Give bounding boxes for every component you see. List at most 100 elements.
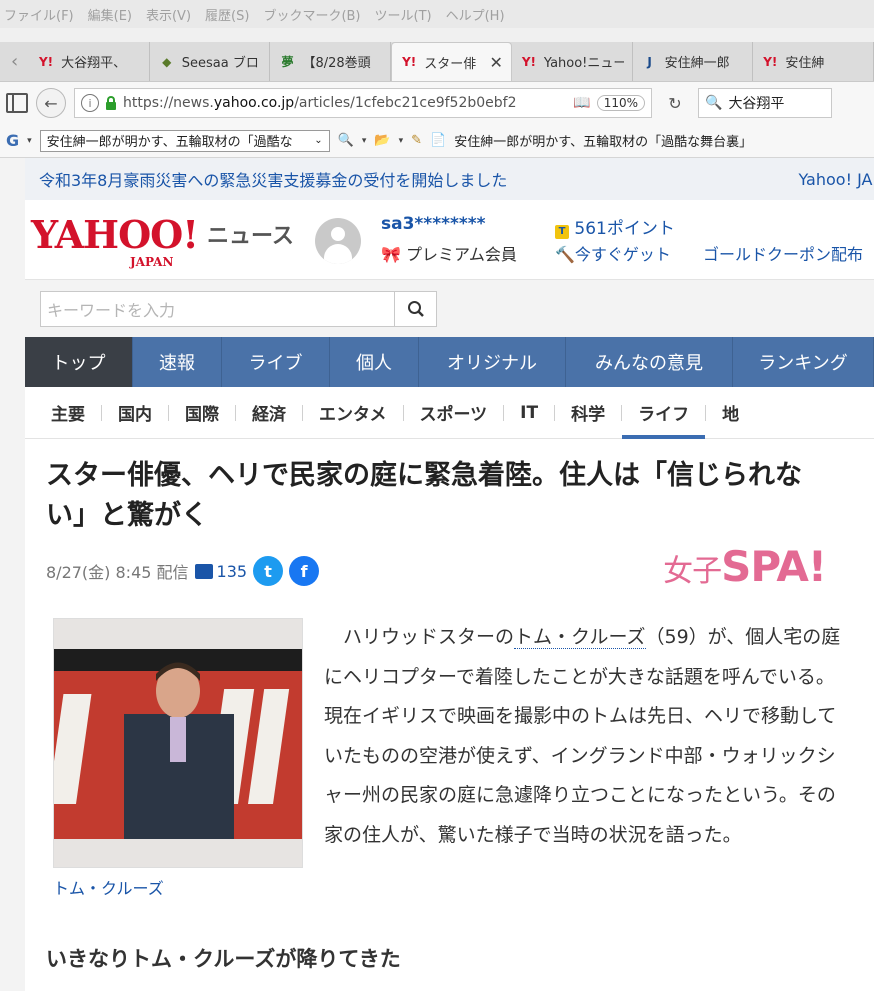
twitter-icon[interactable]: t <box>253 556 284 586</box>
article-subhead: いきなりトム・クルーズが降りてきた <box>46 947 401 971</box>
browser-tab[interactable]: Y! 大谷翔平、 <box>29 42 150 81</box>
person-link[interactable]: トム・クルーズ <box>514 626 646 649</box>
premium-member[interactable]: 🎀 プレミアム会員 <box>381 241 517 265</box>
comments-link[interactable]: 135 <box>194 562 247 581</box>
page-icon: 📄 <box>430 133 447 148</box>
tab-label: 安住紳 <box>785 56 825 71</box>
article-date: 8/27(金) 8:45 配信 <box>46 563 189 582</box>
points-link[interactable]: T 561ポイント <box>555 214 675 239</box>
menu-item[interactable]: ヘルプ(H) <box>446 5 505 24</box>
browser-tab[interactable]: 夢【8/28巻頭 <box>270 42 392 81</box>
lock-icon <box>105 96 117 110</box>
article-meta: 8/27(金) 8:45 配信 135 t f <box>46 556 320 586</box>
browser-tab[interactable]: Y! Yahoo!ニュー <box>512 42 633 81</box>
page-content: 令和3年8月豪雨災害への緊急災害支援募金の受付を開始しました Yahoo! JA… <box>25 158 874 991</box>
get-now-link[interactable]: 🔨今すぐゲット <box>555 241 671 265</box>
tab-scroll-left-icon[interactable]: ‹ <box>0 42 29 81</box>
menu-item[interactable]: 編集(E) <box>88 5 132 24</box>
news-label[interactable]: ニュース <box>207 218 294 250</box>
tab-favicon-icon: Y! <box>763 54 778 69</box>
search-bar[interactable]: 🔍 大谷翔平 <box>698 88 832 118</box>
article-body: ハリウッドスターのトム・クルーズ（59）が、個人宅の庭にヘリコプターで着陸したこ… <box>324 626 841 846</box>
gnav-item[interactable]: ランキング <box>733 337 874 387</box>
site-header: YAHOO! JAPAN ニュース sa3******** 🎀 プレミアム会員 … <box>25 200 874 280</box>
category-nav: 主要 国内 国際 経済 エンタメ スポーツ IT 科学 ライフ地 <box>25 387 874 439</box>
tab-label: 安住紳一郎 <box>664 56 730 71</box>
browser-tab[interactable]: Y! スター俳 ✕ <box>391 42 512 81</box>
yahoo-logo-sub: JAPAN <box>130 255 174 269</box>
bookmark-item[interactable]: 安住紳一郎が明かす、五輪取材の「過酷な舞台裏」 <box>454 131 752 150</box>
tab-strip: ‹ Y! 大谷翔平、 ◆ Seesaa ブロ夢【8/28巻頭 Y! スター俳 ✕ Y! Yaho… <box>0 42 874 82</box>
category-tab[interactable]: 国内 <box>102 387 168 439</box>
menu-item[interactable]: ブックマーク(B) <box>263 5 360 24</box>
josei-spa-logo[interactable]: 女子SPA! <box>663 542 827 591</box>
notice-banner[interactable]: 令和3年8月豪雨災害への緊急災害支援募金の受付を開始しました Yahoo! JA… <box>25 158 874 200</box>
gnav-item[interactable]: みんなの意見 <box>566 337 733 387</box>
notice-text[interactable]: 令和3年8月豪雨災害への緊急災害支援募金の受付を開始しました <box>39 167 507 191</box>
category-tab[interactable]: 地 <box>706 387 755 439</box>
highlighter-icon[interactable]: ✎ <box>411 133 422 148</box>
gnav-item[interactable]: 速報 <box>133 337 222 387</box>
gold-coupon-link[interactable]: ゴールドクーポン配布 <box>703 241 863 265</box>
search-button[interactable] <box>395 291 437 327</box>
search-icon <box>407 301 424 317</box>
yahoo-logo[interactable]: YAHOO! <box>31 212 199 257</box>
tab-favicon-icon: Y! <box>38 54 54 69</box>
info-icon[interactable]: i <box>81 94 99 112</box>
bookmark-select[interactable]: 安住紳一郎が明かす、五輪取材の「過酷な ⌄ <box>39 129 330 152</box>
avatar[interactable] <box>315 218 361 264</box>
category-tab[interactable]: スポーツ <box>404 387 504 439</box>
gnav-item[interactable]: 個人 <box>330 337 419 387</box>
category-tab[interactable]: ライフ <box>622 387 706 439</box>
navigation-bar: ← i https://news.yahoo.co.jp/articles/1c… <box>0 82 874 124</box>
menu-item[interactable]: 表示(V) <box>146 5 191 24</box>
category-tab[interactable]: IT <box>504 387 554 439</box>
category-tab[interactable]: 主要 <box>35 387 101 439</box>
photo-caption[interactable]: トム・クルーズ <box>53 875 164 899</box>
reload-icon[interactable]: ↻ <box>660 88 690 118</box>
dropdown-icon[interactable]: ▾ <box>399 136 404 146</box>
google-icon[interactable]: G <box>6 131 19 150</box>
hammer-icon: 🔨 <box>555 245 575 264</box>
folder-icon[interactable]: 📂 <box>374 133 390 148</box>
close-tab-icon[interactable]: ✕ <box>490 53 503 72</box>
article: スター俳優、ヘリで民家の庭に緊急着陸。住人は「信じられない」と驚がく 8/27(… <box>25 440 874 991</box>
url-bar[interactable]: i https://news.yahoo.co.jp/articles/1cfe… <box>74 88 652 118</box>
article-headline: スター俳優、ヘリで民家の庭に緊急着陸。住人は「信じられない」と驚がく <box>46 460 802 531</box>
category-tab[interactable]: 経済 <box>236 387 302 439</box>
yahoo-japan-link[interactable]: Yahoo! JAPAN <box>798 170 874 189</box>
category-tab[interactable]: 科学 <box>555 387 621 439</box>
dropdown-icon[interactable]: ▾ <box>362 136 367 146</box>
gnav-item[interactable]: オリジナル <box>419 337 566 387</box>
category-tab[interactable]: 国際 <box>169 387 235 439</box>
ribbon-icon: 🎀 <box>381 245 401 264</box>
sidebar-toggle-icon[interactable] <box>6 93 28 113</box>
search-icon: 🔍 <box>705 95 723 111</box>
gnav-item[interactable]: ライブ <box>222 337 330 387</box>
bookmarks-toolbar: G ▾ 安住紳一郎が明かす、五輪取材の「過酷な ⌄ 🔍 ▾ 📂 ▾ ✎ 📄 安住… <box>0 124 874 158</box>
reader-view-icon[interactable]: 📖 <box>573 95 590 111</box>
back-button[interactable]: ← <box>36 88 66 118</box>
menu-item[interactable]: 履歴(S) <box>205 5 249 24</box>
category-tab[interactable]: エンタメ <box>303 387 403 439</box>
zoom-level[interactable]: 110% <box>596 95 645 111</box>
menu-item[interactable]: ツール(T) <box>375 5 432 24</box>
comment-icon <box>194 563 213 579</box>
browser-tab[interactable]: Y! 安住紳 <box>753 42 874 81</box>
tab-favicon-icon: Y! <box>521 54 536 69</box>
gnav-item[interactable]: トップ <box>25 337 133 387</box>
article-photo[interactable] <box>53 618 303 868</box>
chevron-down-icon: ⌄ <box>314 135 323 146</box>
keyword-input[interactable]: キーワードを入力 <box>40 291 395 327</box>
menu-item[interactable]: ファイル(F) <box>4 5 74 24</box>
url-text: https://news.yahoo.co.jp/articles/1cfebc… <box>123 95 517 111</box>
tab-label: 大谷翔平、 <box>61 56 127 71</box>
dropdown-icon[interactable]: ▾ <box>27 136 32 146</box>
username[interactable]: sa3******** <box>381 214 486 234</box>
browser-tab[interactable]: J 安住紳一郎 <box>633 42 754 81</box>
facebook-icon[interactable]: f <box>289 556 320 586</box>
magnifier-icon[interactable]: 🔍 <box>338 133 354 148</box>
tab-favicon-icon: J <box>647 54 652 69</box>
browser-tab[interactable]: ◆ Seesaa ブロ <box>150 42 271 81</box>
tab-label: 【8/28巻頭 <box>302 56 371 71</box>
